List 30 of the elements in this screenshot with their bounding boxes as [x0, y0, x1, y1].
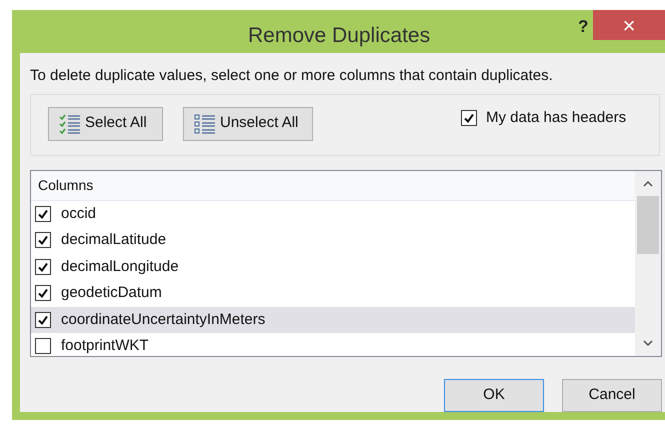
column-name: decimalLongitude	[61, 256, 179, 276]
checkbox-label: My data has headers	[486, 108, 626, 128]
checkbox[interactable]	[35, 338, 51, 354]
close-button[interactable]: ×	[593, 10, 665, 40]
unselect-all-button[interactable]: Unselect All	[183, 106, 313, 140]
instruction-text: To delete duplicate values, select one or more columns that contain duplicates.	[30, 66, 554, 86]
checkbox[interactable]	[35, 232, 51, 248]
scroll-up-icon	[643, 180, 653, 186]
dialog-button[interactable]: Cancel	[562, 378, 662, 412]
scroll-down-icon	[643, 340, 653, 346]
scrollbar[interactable]	[635, 170, 661, 356]
checkbox[interactable]	[461, 110, 477, 126]
column-name: geodeticDatum	[61, 283, 162, 303]
window-title: Remove Duplicates	[248, 23, 430, 49]
checkbox[interactable]	[35, 285, 51, 302]
checkbox[interactable]	[35, 258, 51, 275]
column-name: footprintWKT	[61, 336, 149, 356]
help-button[interactable]: ?	[578, 14, 588, 40]
column-name: decimalLatitude	[61, 230, 166, 250]
scroll-thumb[interactable]	[637, 196, 659, 254]
checklist-icon	[59, 114, 81, 134]
list-item[interactable]: coordinateUncertaintyInMeters	[31, 306, 635, 333]
column-name: occid	[61, 204, 96, 224]
list-header: Columns	[31, 170, 635, 200]
select-all-button[interactable]: Select All	[48, 106, 163, 140]
column-name: coordinateUncertaintyInMeters	[61, 310, 266, 330]
list-icon	[194, 114, 216, 134]
checkbox[interactable]	[35, 312, 51, 328]
checkbox[interactable]	[35, 206, 51, 222]
dialog-button[interactable]: OK	[444, 378, 544, 412]
